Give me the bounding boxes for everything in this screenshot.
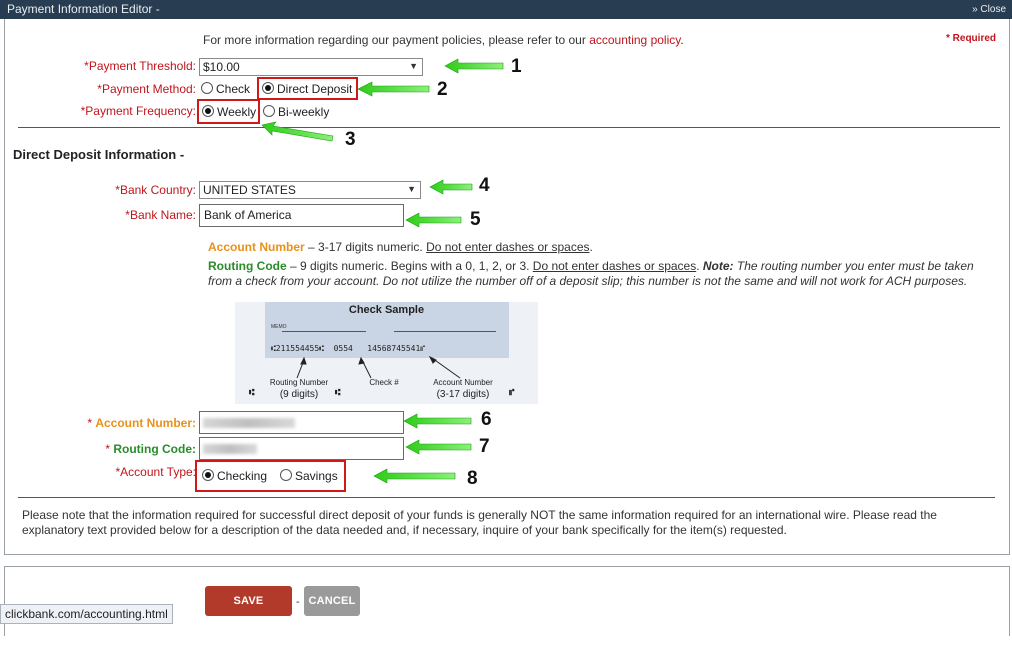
annotation-number-6: 6 [481, 409, 492, 430]
annotation-number-2: 2 [437, 79, 448, 100]
annotation-number-4: 4 [479, 175, 490, 196]
arrow-5-icon [405, 212, 462, 228]
arrow-6-icon [403, 413, 472, 429]
arrow-1-icon [444, 58, 504, 74]
arrow-3-icon [261, 121, 334, 142]
arrow-8-icon [373, 468, 456, 484]
arrow-7-icon [405, 439, 472, 455]
annotation-number-5: 5 [470, 209, 481, 230]
annotation-arrows-layer [261, 58, 504, 484]
annotation-number-8: 8 [467, 468, 478, 489]
arrow-2-icon [357, 81, 430, 97]
annotation-number-1: 1 [511, 56, 522, 77]
arrow-4-icon [429, 179, 473, 195]
annotation-number-3: 3 [345, 129, 356, 150]
annotation-number-7: 7 [479, 436, 490, 457]
